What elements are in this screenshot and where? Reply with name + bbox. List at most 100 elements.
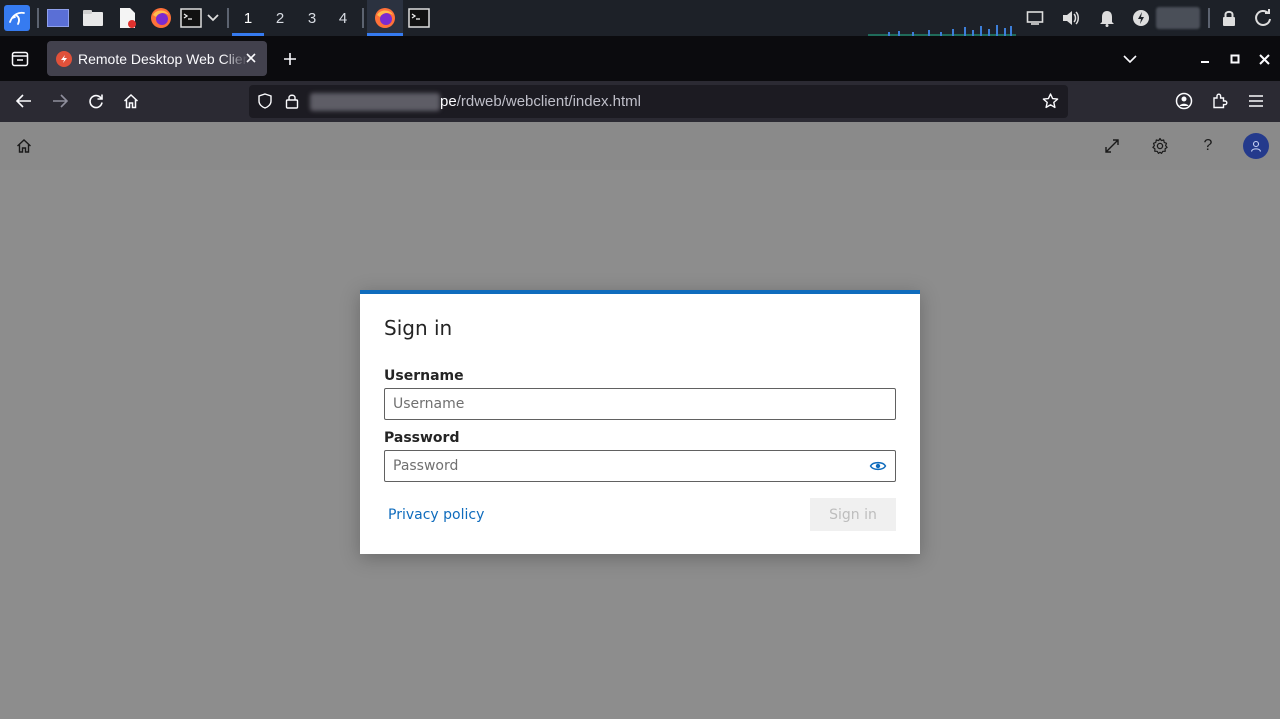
reload-button[interactable] bbox=[84, 89, 108, 113]
power-tray-button[interactable] bbox=[1129, 0, 1153, 36]
logout-button[interactable] bbox=[1251, 0, 1275, 36]
rd-home-button[interactable] bbox=[12, 134, 36, 158]
launcher-dropdown-button[interactable] bbox=[205, 0, 221, 36]
plus-icon bbox=[284, 53, 296, 65]
person-icon bbox=[1250, 140, 1262, 152]
firefox-launcher-button[interactable] bbox=[148, 0, 174, 36]
terminal-launcher-button[interactable] bbox=[179, 0, 203, 36]
clock-redacted bbox=[1156, 7, 1200, 29]
display-tray-button[interactable] bbox=[1023, 0, 1047, 36]
home-icon bbox=[17, 139, 31, 153]
url-host-visible: pe bbox=[440, 93, 457, 110]
web-page: ? Sign in Username Password Privacy poli… bbox=[0, 122, 1280, 719]
tab-title: Remote Desktop Web Client bbox=[78, 50, 248, 67]
workspace-2[interactable]: 2 bbox=[264, 0, 296, 36]
browser-tab-strip: Remote Desktop Web Client bbox=[0, 36, 1280, 81]
puzzle-icon bbox=[1213, 93, 1228, 109]
account-button[interactable] bbox=[1172, 89, 1196, 113]
close-icon bbox=[1258, 53, 1270, 65]
privacy-policy-link[interactable]: Privacy policy bbox=[388, 507, 484, 523]
username-input[interactable] bbox=[385, 389, 855, 419]
workspace-4[interactable]: 4 bbox=[327, 0, 359, 36]
os-taskbar: 1 2 3 4 bbox=[0, 0, 1280, 36]
chevron-down-icon bbox=[207, 14, 219, 22]
taskbar-separator bbox=[1208, 8, 1210, 28]
sign-in-dialog: Sign in Username Password Privacy policy… bbox=[360, 290, 920, 554]
back-button[interactable] bbox=[12, 89, 36, 113]
url-text[interactable]: pe/rdweb/webclient/index.html bbox=[440, 93, 641, 110]
taskbar-separator bbox=[362, 8, 364, 28]
password-label: Password bbox=[384, 430, 460, 446]
text-editor-button[interactable] bbox=[115, 0, 139, 36]
extensions-button[interactable] bbox=[1208, 89, 1232, 113]
show-password-button[interactable] bbox=[869, 458, 887, 474]
minimize-button[interactable] bbox=[1196, 48, 1214, 70]
tab-close-button[interactable] bbox=[243, 50, 259, 66]
text-editor-icon bbox=[120, 8, 136, 28]
lock-screen-button[interactable] bbox=[1217, 0, 1241, 36]
firefox-icon bbox=[375, 8, 395, 28]
url-bar[interactable]: pe/rdweb/webclient/index.html bbox=[249, 85, 1068, 118]
account-icon bbox=[1175, 92, 1193, 110]
password-input[interactable] bbox=[385, 451, 855, 481]
file-manager-button[interactable] bbox=[80, 0, 106, 36]
show-desktop-button[interactable] bbox=[46, 0, 70, 36]
hamburger-menu-icon bbox=[1249, 95, 1263, 107]
maximize-icon bbox=[1230, 54, 1240, 64]
firefox-view-icon bbox=[11, 51, 29, 67]
bookmark-star-button[interactable] bbox=[1042, 93, 1060, 110]
task-firefox-icon-wrap bbox=[372, 0, 398, 36]
app-menu-button[interactable] bbox=[1244, 89, 1268, 113]
desktop-icon bbox=[47, 9, 69, 27]
restart-icon bbox=[1255, 9, 1271, 26]
lock-icon bbox=[1223, 10, 1235, 26]
settings-button[interactable] bbox=[1148, 134, 1172, 158]
star-icon bbox=[1042, 93, 1059, 109]
gear-icon bbox=[1152, 137, 1168, 154]
taskbar-separator bbox=[227, 8, 229, 28]
close-window-button[interactable] bbox=[1255, 48, 1273, 70]
eye-icon bbox=[869, 461, 887, 471]
workspace-1[interactable]: 1 bbox=[232, 0, 264, 36]
arrow-right-icon bbox=[53, 94, 68, 108]
shield-icon bbox=[258, 93, 272, 109]
tab-remote-desktop[interactable]: Remote Desktop Web Client bbox=[47, 41, 267, 76]
power-manager-icon bbox=[1133, 10, 1149, 26]
fullscreen-button[interactable] bbox=[1100, 134, 1124, 158]
new-tab-button[interactable] bbox=[280, 48, 300, 70]
minimize-icon bbox=[1201, 61, 1209, 63]
firefox-icon bbox=[151, 8, 171, 28]
tracking-protection-button[interactable] bbox=[257, 93, 273, 109]
network-graph bbox=[868, 25, 1016, 36]
workspace-3[interactable]: 3 bbox=[296, 0, 328, 36]
firefox-view-button[interactable] bbox=[8, 48, 32, 70]
close-icon bbox=[246, 53, 256, 63]
username-label: Username bbox=[384, 368, 464, 384]
url-host-redacted bbox=[310, 93, 440, 111]
arrow-left-icon bbox=[16, 94, 31, 108]
taskbar-separator bbox=[37, 8, 39, 28]
terminal-icon bbox=[180, 8, 202, 28]
task-terminal-window[interactable] bbox=[406, 0, 432, 36]
forward-button[interactable] bbox=[48, 89, 72, 113]
remote-desktop-favicon-icon bbox=[56, 50, 72, 67]
bell-icon bbox=[1100, 11, 1114, 27]
url-path: /rdweb/webclient/index.html bbox=[456, 93, 641, 110]
username-field-wrap bbox=[384, 388, 896, 420]
reload-icon bbox=[89, 94, 103, 109]
notifications-tray-button[interactable] bbox=[1095, 0, 1119, 36]
home-button[interactable] bbox=[119, 89, 143, 113]
expand-icon bbox=[1105, 139, 1119, 153]
terminal-icon bbox=[408, 8, 430, 28]
list-all-tabs-button[interactable] bbox=[1120, 48, 1140, 70]
rd-app-header: ? bbox=[0, 122, 1280, 170]
sign-in-button[interactable]: Sign in bbox=[810, 498, 896, 531]
lock-icon bbox=[285, 94, 299, 109]
help-button[interactable]: ? bbox=[1196, 134, 1220, 158]
volume-tray-button[interactable] bbox=[1059, 0, 1083, 36]
user-avatar[interactable] bbox=[1243, 133, 1269, 159]
site-security-button[interactable] bbox=[285, 93, 301, 109]
maximize-button[interactable] bbox=[1226, 48, 1244, 70]
password-field-wrap bbox=[384, 450, 896, 482]
kali-menu-button[interactable] bbox=[3, 0, 31, 36]
